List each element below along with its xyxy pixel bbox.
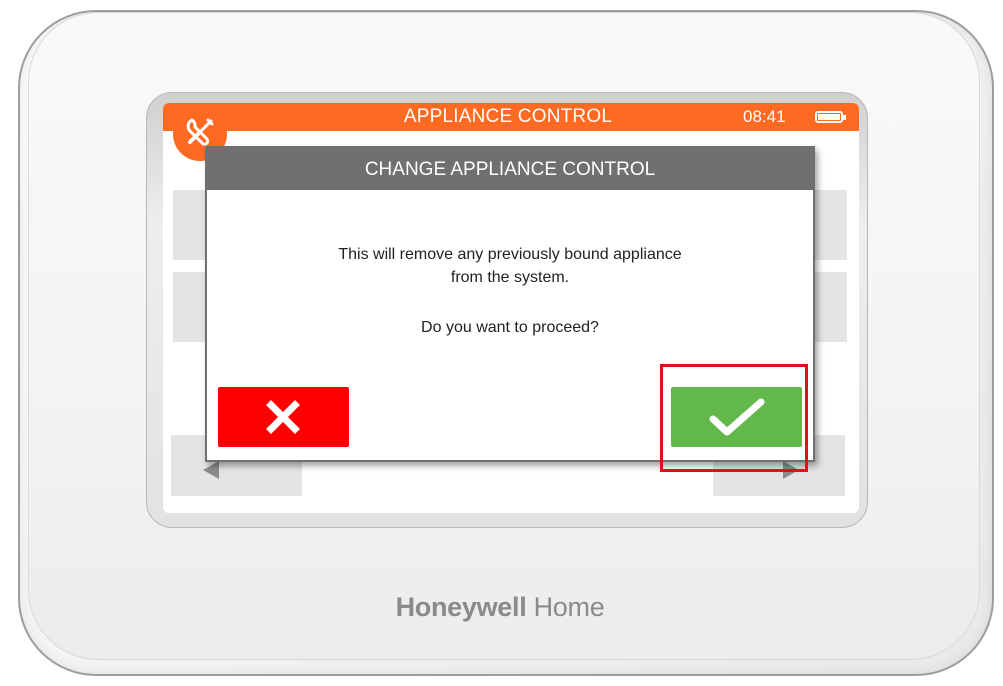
dialog-message-line: This will remove any previously bound ap… bbox=[338, 246, 682, 263]
wrench-screwdriver-icon bbox=[186, 118, 214, 146]
back-arrow-icon bbox=[203, 461, 219, 479]
dialog-title: CHANGE APPLIANCE CONTROL bbox=[364, 159, 656, 180]
brand-name-primary: Honeywell bbox=[395, 592, 527, 622]
header-bar: APPLIANCE CONTROL 08:41 bbox=[163, 103, 859, 131]
brand-logo: Honeywell Home bbox=[300, 592, 700, 623]
close-x-icon bbox=[266, 400, 300, 434]
dialog-title-bar: CHANGE APPLIANCE CONTROL bbox=[207, 148, 813, 190]
dialog-message-line: from the system. bbox=[450, 269, 570, 286]
battery-full-icon bbox=[815, 111, 846, 123]
dialog-message: This will remove any previously bound ap… bbox=[267, 243, 753, 289]
highlight-annotation-box bbox=[660, 364, 808, 472]
brand-name-secondary: Home bbox=[533, 592, 605, 622]
cancel-button[interactable] bbox=[218, 387, 349, 447]
dialog-question: Do you want to proceed? bbox=[421, 319, 599, 336]
clock-time: 08:41 bbox=[743, 107, 786, 126]
